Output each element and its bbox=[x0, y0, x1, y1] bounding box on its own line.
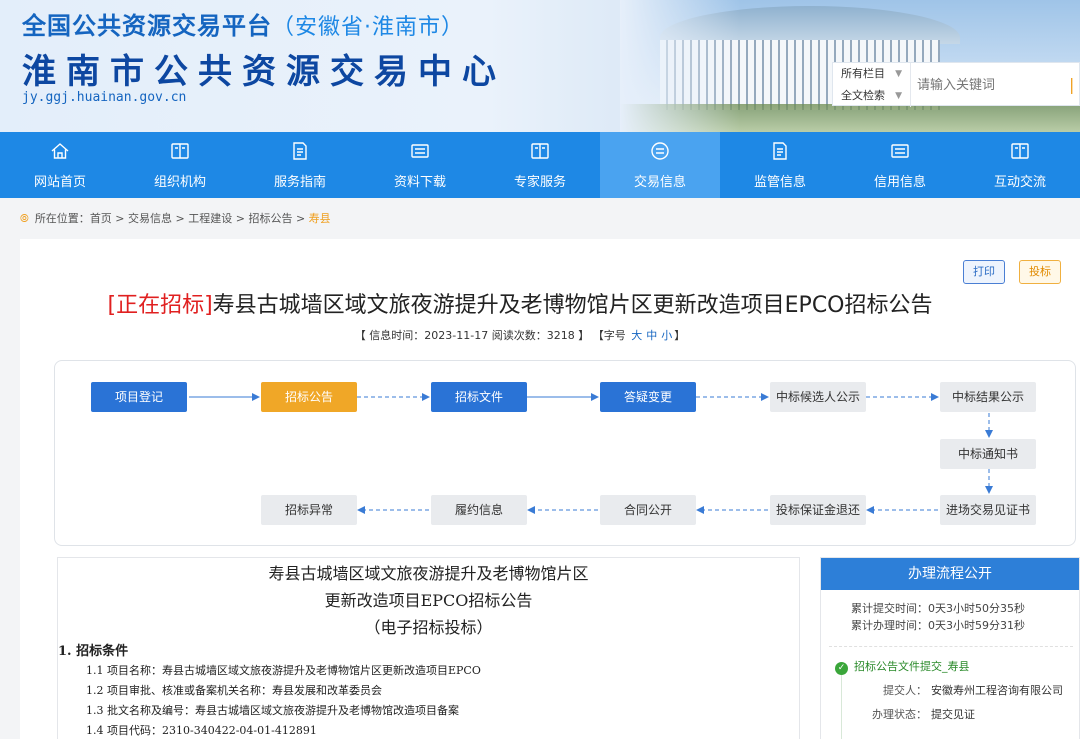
total-submit-time: 累计提交时间：0天3小时50分35秒 bbox=[851, 602, 1025, 615]
nav-item-organization[interactable]: 组织机构 bbox=[120, 132, 240, 198]
timeline-line bbox=[841, 674, 842, 739]
search-scope: 所有栏目 ▼ 全文检索 ▼ bbox=[833, 63, 911, 107]
site-domain: jy.ggj.huainan.gov.cn bbox=[22, 90, 187, 105]
font-size-medium-link[interactable]: 中 bbox=[646, 329, 657, 342]
center-title: 淮南市公共资源交易中心 bbox=[22, 52, 506, 92]
bid-button[interactable]: 投标 bbox=[1019, 260, 1061, 284]
nav-item-expert-service[interactable]: 专家服务 bbox=[480, 132, 600, 198]
status-row: 办理状态： 提交见证 bbox=[872, 708, 975, 721]
flow-node-deposit-refund[interactable]: 投标保证金退还 bbox=[770, 495, 866, 525]
nav-item-trade-info[interactable]: 交易信息 bbox=[600, 132, 720, 198]
doc-heading-line1: 寿县古城墙区域文旅夜游提升及老博物馆片区 bbox=[268, 564, 589, 583]
search-scope-mode-select[interactable]: 全文检索 ▼ bbox=[833, 85, 910, 107]
location-pin-icon: ⦾ bbox=[20, 212, 29, 225]
process-disclosure-panel: 办理流程公开 累计提交时间：0天3小时50分35秒 累计办理时间：0天3小时59… bbox=[820, 557, 1080, 739]
info-meta: 【 信息时间：2023-11-17 阅读次数：3218 】 【字号 大中小】 bbox=[354, 329, 686, 342]
doc-heading-line2: 更新改造项目EPCO招标公告 bbox=[324, 591, 533, 610]
doc-heading-line3: （电子招标投标） bbox=[364, 618, 493, 637]
flow-node-candidate-notice[interactable]: 中标候选人公示 bbox=[770, 382, 866, 412]
search-input[interactable] bbox=[917, 73, 1057, 97]
nav-item-downloads[interactable]: 资料下载 bbox=[360, 132, 480, 198]
document-icon bbox=[293, 142, 307, 160]
breadcrumb: ⦾ 所在位置：首页 > 交易信息 > 工程建设 > 招标公告 > 寿县 bbox=[20, 212, 331, 225]
chevron-down-icon: ▼ bbox=[895, 69, 902, 79]
divider bbox=[829, 646, 1073, 647]
print-button[interactable]: 打印 bbox=[963, 260, 1005, 284]
page-title: [正在招标]寿县古城墙区域文旅夜游提升及老博物馆片区更新改造项目EPCO招标公告 bbox=[107, 293, 933, 318]
announcement-card: 打印 投标 [正在招标]寿县古城墙区域文旅夜游提升及老博物馆片区更新改造项目EP… bbox=[20, 239, 1080, 739]
home-icon bbox=[51, 143, 69, 159]
circle-lines-icon bbox=[651, 142, 669, 160]
doc-line: 1.4 项目代码：2310-340422-04-01-412891 bbox=[86, 724, 317, 737]
announcement-document: 寿县古城墙区域文旅夜游提升及老博物馆片区 更新改造项目EPCO招标公告 （电子招… bbox=[57, 557, 800, 739]
flow-node-contract-public[interactable]: 合同公开 bbox=[600, 495, 696, 525]
site-header: 全国公共资源交易平台（安徽省·淮南市） 淮南市公共资源交易中心 jy.ggj.h… bbox=[0, 0, 1080, 132]
book-icon bbox=[1011, 143, 1029, 159]
font-size-large-link[interactable]: 大 bbox=[631, 329, 642, 342]
doc-line: 1.2 项目审批、核准或备案机关名称：寿县发展和改革委员会 bbox=[86, 684, 382, 697]
flow-arrows bbox=[189, 393, 993, 514]
flow-node-witness-cert[interactable]: 进场交易见证书 bbox=[940, 495, 1036, 525]
submitter-row: 提交人： 安徽寿州工程咨询有限公司 bbox=[883, 684, 1063, 697]
book-icon bbox=[531, 143, 549, 159]
nav-item-credit[interactable]: 信用信息 bbox=[840, 132, 960, 198]
search-button[interactable]: | bbox=[1069, 75, 1079, 95]
doc-section-title: 1. 招标条件 bbox=[58, 644, 129, 659]
stat-block: 累计提交时间：0天3小时50分35秒 累计办理时间：0天3小时59分31秒 bbox=[821, 600, 1079, 634]
flow-node-performance-info[interactable]: 履约信息 bbox=[431, 495, 527, 525]
process-flow-chart: 项目登记 招标公告 招标文件 答疑变更 中标候选人公示 中标结果公示 中标通知书… bbox=[54, 360, 1076, 546]
search-box: 所有栏目▼ 全文检索▼ | bbox=[832, 62, 1080, 107]
panel-title: 办理流程公开 bbox=[821, 558, 1079, 590]
breadcrumb-path[interactable]: 首页 > 交易信息 > 工程建设 > 招标公告 > bbox=[90, 212, 309, 225]
platform-region: （安徽省·淮南市） bbox=[272, 15, 464, 40]
main-nav: 网站首页 组织机构 服务指南 资料下载 专家服务 交易信息 监管信息 信用信息 … bbox=[0, 132, 1080, 198]
nav-item-home[interactable]: 网站首页 bbox=[0, 132, 120, 198]
breadcrumb-current: 寿县 bbox=[308, 212, 331, 225]
timeline-step: ✓ 招标公告文件提交_寿县 bbox=[835, 658, 970, 675]
flow-node-tender-notice[interactable]: 招标公告 bbox=[261, 382, 357, 412]
nav-item-interaction[interactable]: 互动交流 bbox=[960, 132, 1080, 198]
list-icon bbox=[891, 144, 909, 158]
flow-node-tender-docs[interactable]: 招标文件 bbox=[431, 382, 527, 412]
flow-node-project-register[interactable]: 项目登记 bbox=[91, 382, 187, 412]
flow-node-tender-exception[interactable]: 招标异常 bbox=[261, 495, 357, 525]
chevron-down-icon: ▼ bbox=[895, 91, 902, 101]
check-icon: ✓ bbox=[835, 662, 848, 675]
flow-node-qa-change[interactable]: 答疑变更 bbox=[600, 382, 696, 412]
font-size-small-link[interactable]: 小 bbox=[661, 329, 672, 342]
flow-node-award-letter[interactable]: 中标通知书 bbox=[940, 439, 1036, 469]
total-process-time: 累计办理时间：0天3小时59分31秒 bbox=[851, 619, 1025, 632]
status-tag: [正在招标] bbox=[107, 293, 213, 318]
doc-line: 1.3 批文名称及编号：寿县古城墙区域文旅夜游提升及老博物馆改造项目备案 bbox=[86, 704, 459, 717]
nav-item-supervision[interactable]: 监管信息 bbox=[720, 132, 840, 198]
book-icon bbox=[171, 143, 189, 159]
list-icon bbox=[411, 144, 429, 158]
document-icon bbox=[773, 142, 787, 160]
doc-line: 1.1 项目名称：寿县古城墙区域文旅夜游提升及老博物馆片区更新改造项目EPCO bbox=[86, 664, 481, 677]
flow-node-result-notice[interactable]: 中标结果公示 bbox=[940, 382, 1036, 412]
search-scope-column-select[interactable]: 所有栏目 ▼ bbox=[833, 63, 910, 85]
platform-title: 全国公共资源交易平台（安徽省·淮南市） bbox=[22, 12, 464, 40]
nav-item-service-guide[interactable]: 服务指南 bbox=[240, 132, 360, 198]
